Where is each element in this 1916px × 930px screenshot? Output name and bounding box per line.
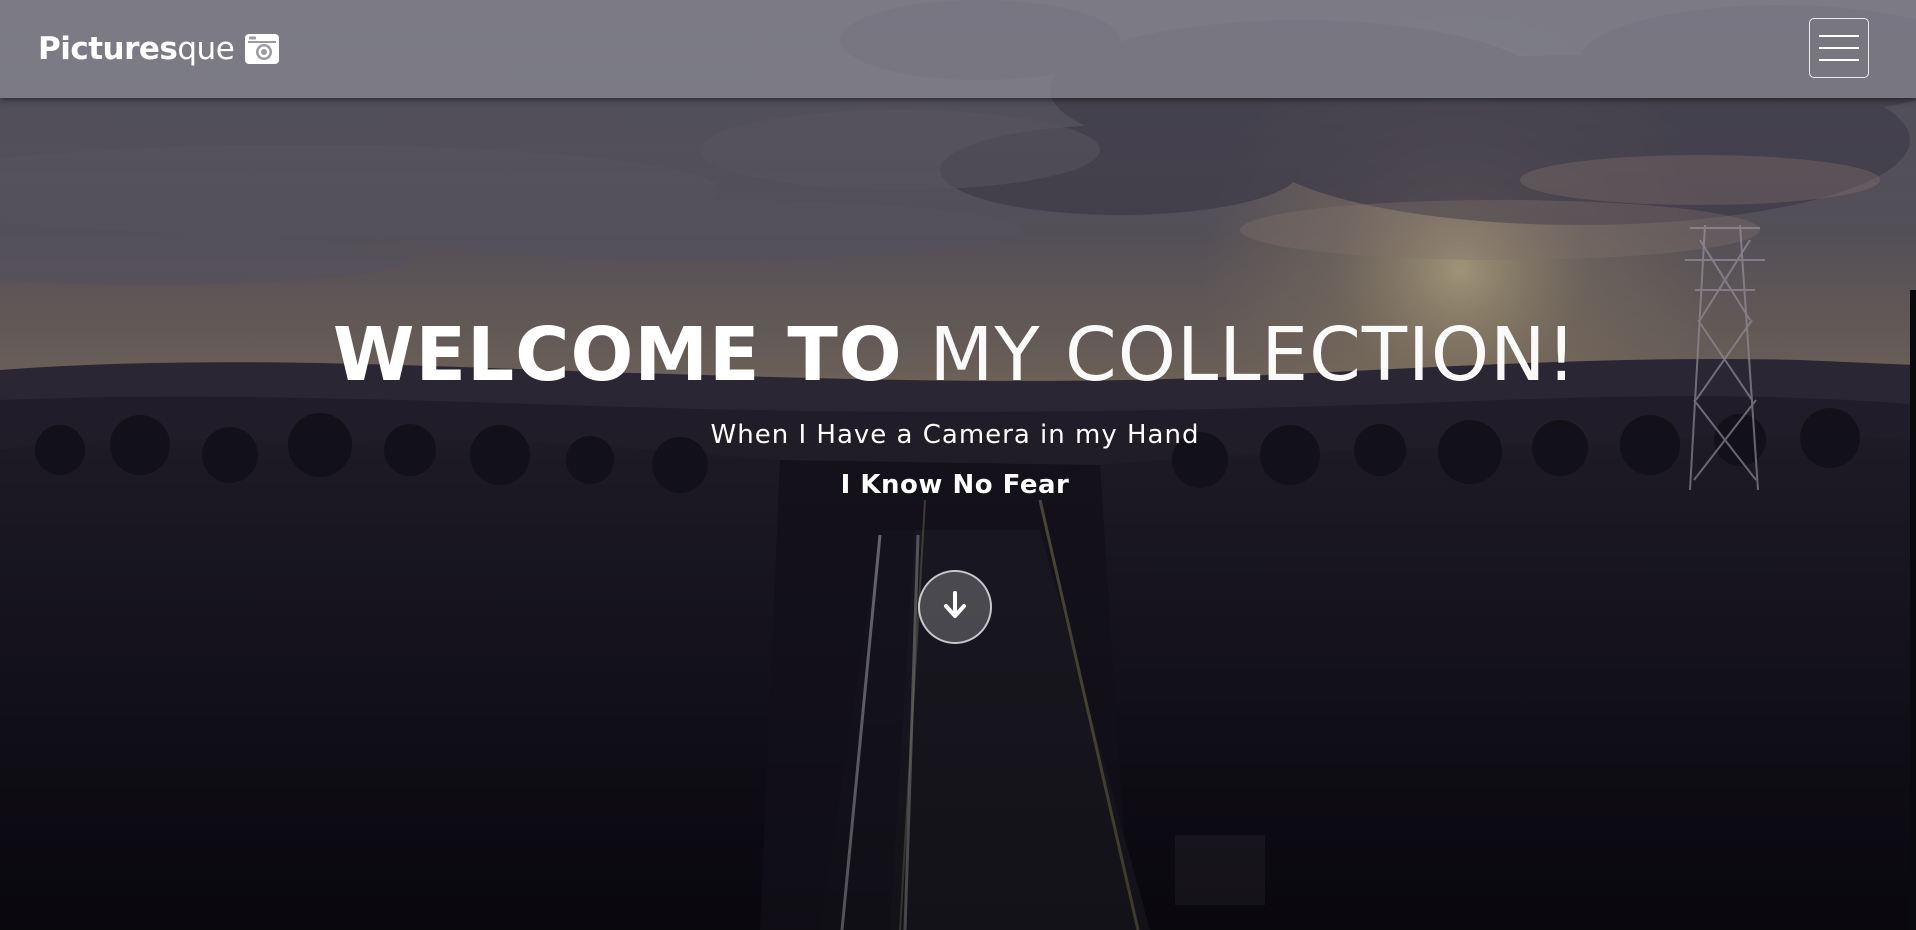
- brand-logo-link[interactable]: Pictures que: [38, 27, 280, 71]
- hero-title: WELCOME TO MY COLLECTION!: [0, 305, 1910, 405]
- brand-name-light: que: [177, 31, 235, 67]
- hero-section: WELCOME TO MY COLLECTION! When I Have a …: [0, 305, 1910, 505]
- hamburger-icon: [1819, 35, 1859, 37]
- hero-title-strong: WELCOME TO: [332, 312, 903, 398]
- page-scrollbar[interactable]: [1910, 290, 1916, 930]
- hero-subtitle: When I Have a Camera in my Hand: [710, 420, 1200, 450]
- hamburger-icon-bar: [1819, 47, 1859, 49]
- hamburger-icon-bar: [1819, 59, 1859, 61]
- scroll-down-button[interactable]: [918, 570, 992, 644]
- brand-name-bold: Pictures: [38, 31, 178, 67]
- hamburger-menu-button[interactable]: [1809, 18, 1869, 78]
- camera-icon: [244, 33, 280, 65]
- arrow-down-icon: [942, 590, 968, 624]
- hero-title-thin: MY COLLECTION!: [929, 312, 1578, 398]
- hero-tagline: I Know No Fear: [840, 470, 1070, 500]
- navbar: Pictures que: [0, 0, 1916, 98]
